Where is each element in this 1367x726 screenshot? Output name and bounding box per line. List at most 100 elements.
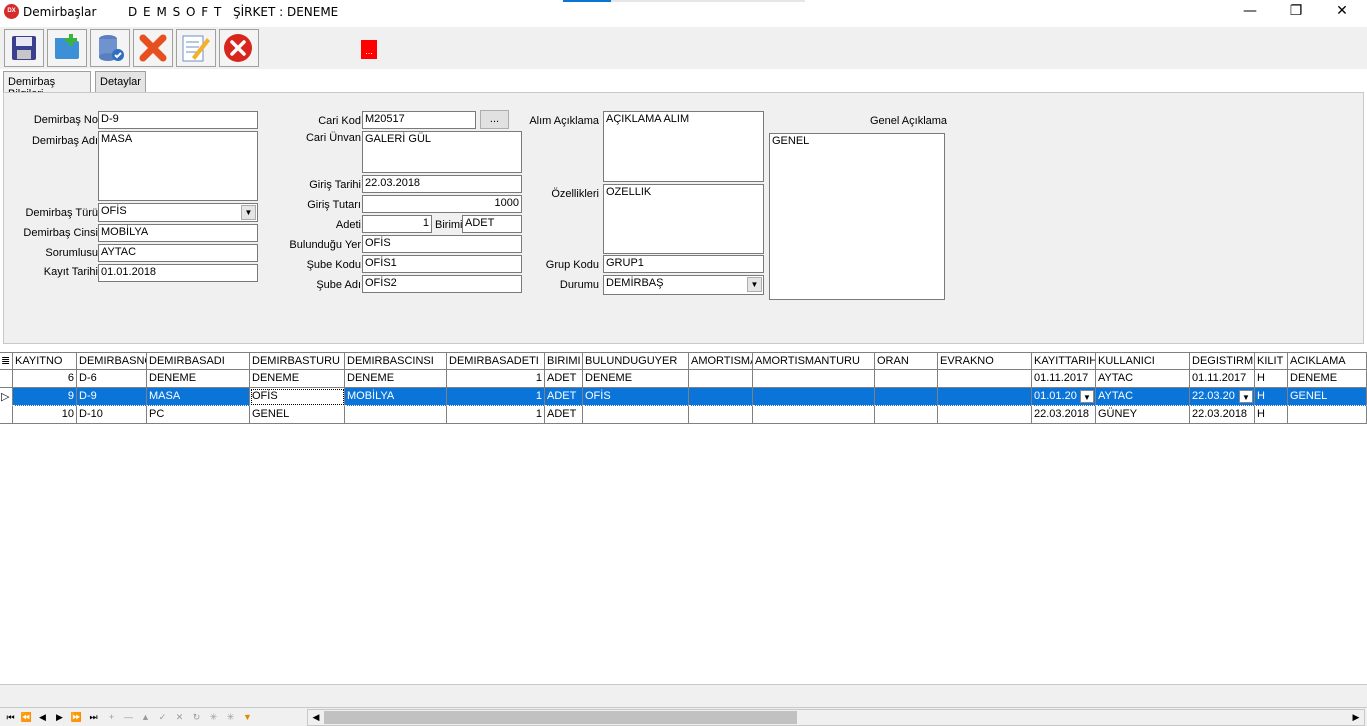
table-cell[interactable]: DENEME: [250, 370, 345, 388]
table-cell[interactable]: [753, 370, 875, 388]
table-cell[interactable]: [938, 370, 1032, 388]
table-cell[interactable]: 1: [447, 370, 545, 388]
table-cell[interactable]: 9: [13, 388, 77, 406]
table-cell[interactable]: [753, 388, 875, 406]
table-cell[interactable]: 10: [13, 406, 77, 424]
horizontal-scrollbar[interactable]: ◀ ▶: [307, 709, 1365, 726]
table-cell[interactable]: H: [1255, 370, 1288, 388]
table-cell[interactable]: [689, 406, 753, 424]
table-cell[interactable]: DENEME: [147, 370, 250, 388]
table-cell[interactable]: H: [1255, 406, 1288, 424]
data-grid[interactable]: ≣ KAYITNO DEMIRBASNO DEMIRBASADI DEMIRBASTU…: [0, 352, 1367, 684]
tab-demirbas-bilgileri[interactable]: Demirbaş Bilgileri: [3, 71, 91, 100]
table-cell[interactable]: [938, 406, 1032, 424]
table-cell[interactable]: 22.03.2018: [1190, 406, 1255, 424]
table-cell[interactable]: MOBİLYA: [345, 388, 447, 406]
database-button[interactable]: [90, 29, 130, 67]
bookmark-icon[interactable]: ✳: [206, 710, 221, 724]
row-indicator[interactable]: [0, 370, 13, 388]
table-cell[interactable]: H: [1255, 388, 1288, 406]
table-cell[interactable]: 01.11.2017: [1190, 370, 1255, 388]
column-header[interactable]: KULLANICI: [1096, 352, 1190, 370]
table-cell[interactable]: ADET: [545, 406, 583, 424]
restore-button[interactable]: ❐: [1273, 0, 1319, 24]
table-cell[interactable]: GENEL: [1288, 388, 1367, 406]
cari-kod-lookup-button[interactable]: ...: [480, 110, 509, 129]
column-header[interactable]: DEMIRBASADETI: [447, 352, 545, 370]
edit-record-icon[interactable]: ▲: [138, 710, 153, 724]
next-record-icon[interactable]: ▶: [52, 710, 67, 724]
first-page-icon[interactable]: ⏮: [3, 710, 18, 724]
delete-record-icon[interactable]: —: [121, 710, 136, 724]
sorumlusu-field[interactable]: AYTAC: [98, 244, 258, 262]
grid-menu-icon[interactable]: ≣: [0, 352, 13, 370]
tab-detaylar[interactable]: Detaylar: [95, 71, 146, 92]
chevron-down-icon[interactable]: ▼: [747, 277, 762, 292]
demirbas-adi-field[interactable]: MASA: [98, 131, 258, 201]
post-record-icon[interactable]: ✓: [155, 710, 170, 724]
column-header[interactable]: DEMIRBASADI: [147, 352, 250, 370]
column-header[interactable]: DEMIRBASCINSI: [345, 352, 447, 370]
table-cell[interactable]: AYTAC: [1096, 388, 1190, 406]
filter-icon[interactable]: ▼: [240, 710, 255, 724]
column-header[interactable]: AMORTISMA: [689, 352, 753, 370]
save-button[interactable]: [4, 29, 44, 67]
sube-adi-field[interactable]: OFİS2: [362, 275, 522, 293]
demirbas-cinsi-field[interactable]: MOBİLYA: [98, 224, 258, 242]
table-cell[interactable]: 01.11.2017: [1032, 370, 1096, 388]
adeti-field[interactable]: 1: [362, 215, 432, 233]
ozellikleri-field[interactable]: OZELLIK: [603, 184, 764, 254]
next-page-icon[interactable]: ⏩: [69, 710, 84, 724]
table-row[interactable]: 6 D-6 DENEME DENEME DENEME 1 ADET DENEME 01.11.2…: [0, 370, 1367, 388]
table-cell[interactable]: AYTAC: [1096, 370, 1190, 388]
column-header[interactable]: KAYITTARIH: [1032, 352, 1096, 370]
table-cell[interactable]: OFİS: [583, 388, 689, 406]
column-header[interactable]: BULUNDUGUYER: [583, 352, 689, 370]
column-header[interactable]: DEGISTIRME: [1190, 352, 1255, 370]
table-cell[interactable]: [689, 370, 753, 388]
giris-tutari-field[interactable]: 1000: [362, 195, 522, 213]
kayit-tarihi-field[interactable]: 01.01.2018: [98, 264, 258, 282]
table-cell[interactable]: D-10: [77, 406, 147, 424]
table-cell[interactable]: 6: [13, 370, 77, 388]
table-cell[interactable]: 22.03.2018: [1032, 406, 1096, 424]
last-page-icon[interactable]: ⏭: [86, 710, 101, 724]
table-cell[interactable]: DENEME: [345, 370, 447, 388]
table-cell[interactable]: MASA: [147, 388, 250, 406]
table-cell[interactable]: [875, 406, 938, 424]
column-header[interactable]: DEMIRBASNO: [77, 352, 147, 370]
table-cell[interactable]: ADET: [545, 388, 583, 406]
chevron-down-icon[interactable]: ▼: [1080, 390, 1094, 403]
durumu-select[interactable]: DEMİRBAŞ ▼: [603, 275, 764, 295]
column-header[interactable]: EVRAKNO: [938, 352, 1032, 370]
grup-kodu-field[interactable]: GRUP1: [603, 255, 764, 273]
cari-unvan-field[interactable]: GALERİ GÜL: [362, 131, 522, 173]
table-cell[interactable]: OFİS: [250, 388, 345, 406]
table-cell[interactable]: [753, 406, 875, 424]
column-header[interactable]: DEMIRBASTURU: [250, 352, 345, 370]
table-cell[interactable]: 1: [447, 388, 545, 406]
column-header[interactable]: BIRIMI: [545, 352, 583, 370]
table-cell[interactable]: ADET: [545, 370, 583, 388]
table-cell[interactable]: [875, 388, 938, 406]
demirbas-turu-select[interactable]: OFİS ▼: [98, 203, 258, 222]
column-header[interactable]: ORAN: [875, 352, 938, 370]
table-cell[interactable]: [875, 370, 938, 388]
cancel-record-icon[interactable]: ✕: [172, 710, 187, 724]
genel-aciklama-field[interactable]: GENEL: [769, 133, 945, 300]
row-indicator[interactable]: [0, 406, 13, 424]
table-cell[interactable]: 1: [447, 406, 545, 424]
prev-record-icon[interactable]: ◀: [35, 710, 50, 724]
table-row[interactable]: 10 D-10 PC GENEL 1 ADET 22.03.2018 GÜNEY 22.03.2…: [0, 406, 1367, 424]
table-cell[interactable]: [583, 406, 689, 424]
birimi-field[interactable]: ADET: [462, 215, 522, 233]
table-cell[interactable]: GÜNEY: [1096, 406, 1190, 424]
cari-kod-field[interactable]: M20517: [362, 111, 476, 129]
row-indicator[interactable]: ▷: [0, 388, 13, 406]
prev-page-icon[interactable]: ⏪: [19, 710, 34, 724]
column-header[interactable]: ACIKLAMA: [1288, 352, 1367, 370]
scroll-thumb[interactable]: [324, 711, 797, 724]
table-cell[interactable]: DENEME: [583, 370, 689, 388]
chevron-down-icon[interactable]: ▼: [241, 205, 256, 220]
giris-tarihi-field[interactable]: 22.03.2018: [362, 175, 522, 193]
